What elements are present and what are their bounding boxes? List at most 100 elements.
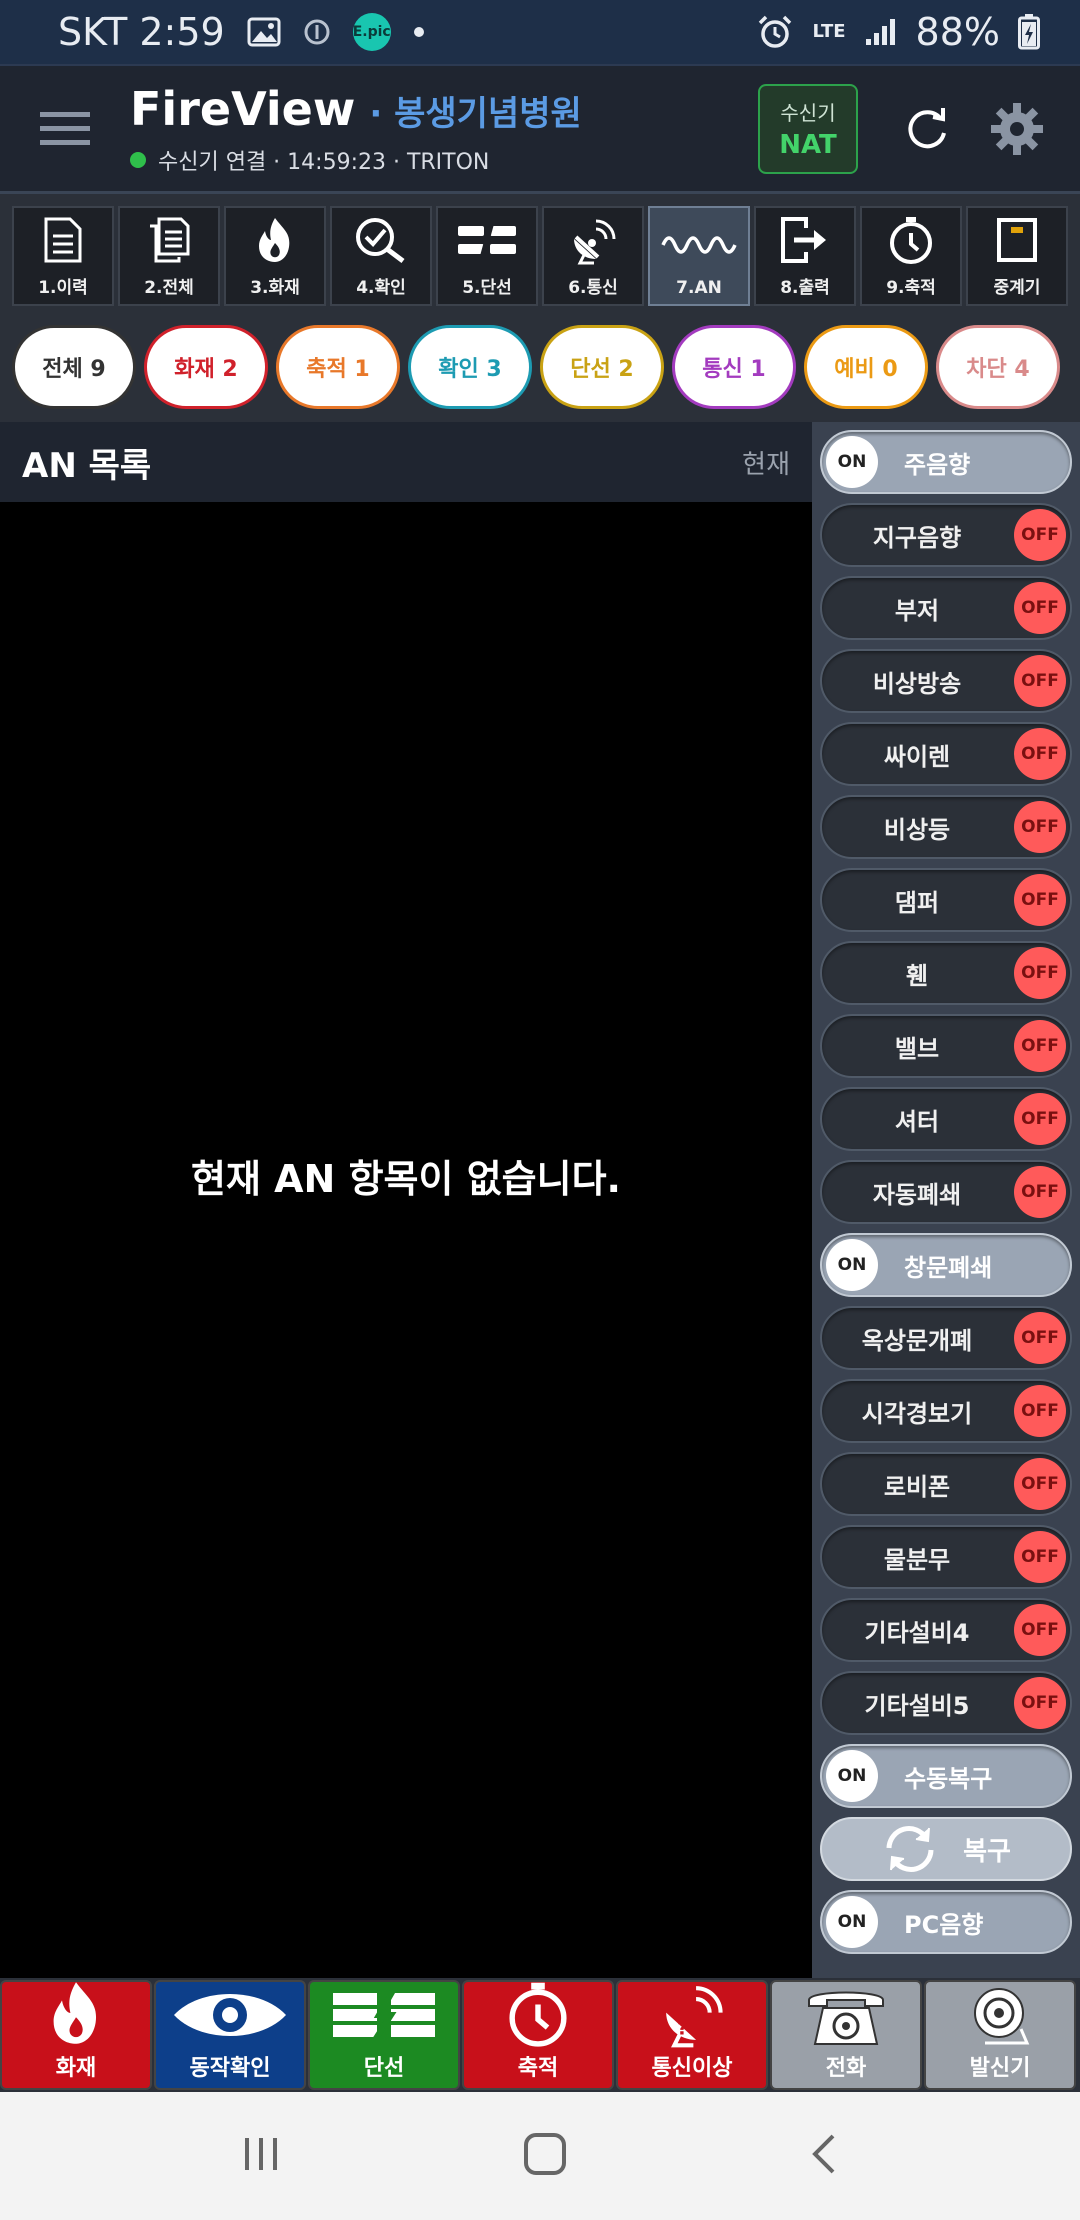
bottom-button-label: 발신기 [969, 2056, 1031, 2081]
transmitter-button[interactable]: 발신기 [924, 1980, 1076, 2090]
list-title: AN 목록 [22, 445, 152, 486]
home-button[interactable] [522, 2131, 568, 2181]
hospital-name: · 봉생기념병원 [369, 93, 582, 134]
tab-fire[interactable]: 3.화재 [224, 206, 326, 306]
connection-status-dot [130, 151, 146, 168]
receiver-label: 수신기 [780, 101, 836, 125]
chip-spare[interactable]: 예비 0 [804, 325, 928, 409]
settings-button[interactable] [972, 84, 1062, 174]
switch-row[interactable]: OFF 옥상문개폐 [820, 1306, 1072, 1370]
battery-percent: 88% [915, 10, 1000, 54]
switch-row[interactable]: ON 수동복구 [820, 1744, 1072, 1808]
title-block: FireView · 봉생기념병원 수신기 연결 · 14:59:23 · TR… [130, 82, 758, 176]
tab-history[interactable]: 1.이력 [12, 206, 114, 306]
communication-error-button[interactable]: ? 통신이상 [616, 1980, 768, 2090]
switch-knob: ON [826, 1239, 878, 1291]
tab-output[interactable]: 8.출력 [754, 206, 856, 306]
switch-row[interactable]: ON 창문폐쇄 [820, 1233, 1072, 1297]
disconnect-button[interactable]: 단선 [308, 1980, 460, 2090]
tab-label: 3.화재 [250, 278, 300, 298]
back-button[interactable] [809, 2132, 839, 2180]
chip-accumulate[interactable]: 축적 1 [276, 325, 400, 409]
accumulate-button[interactable]: 축적 [462, 1980, 614, 2090]
switch-name: 비상등 [883, 815, 951, 844]
tab-an[interactable]: 7.AN [648, 206, 750, 306]
refresh-icon [908, 107, 946, 148]
switch-row[interactable]: OFF 밸브 [820, 1014, 1072, 1078]
switch-pc-sound[interactable]: ON PC음향 [820, 1890, 1072, 1954]
switch-knob: OFF [1014, 947, 1066, 999]
switch-row[interactable]: OFF 자동폐쇄 [820, 1160, 1072, 1224]
switch-row[interactable]: OFF 물분무 [820, 1525, 1072, 1589]
switch-name: 댐퍼 [894, 888, 940, 917]
tab-label: 9.축적 [886, 278, 936, 298]
switch-name: 자동폐쇄 [872, 1180, 962, 1209]
tab-communication[interactable]: 6.통신 [542, 206, 644, 306]
check-magnifier-icon [356, 218, 405, 263]
switch-row[interactable]: OFF 부저 [820, 576, 1072, 640]
tab-confirm[interactable]: 4.확인 [330, 206, 432, 306]
switch-knob: ON [826, 436, 878, 488]
list-header: AN 목록 현재 [0, 422, 812, 502]
satellite-error-icon: ? [666, 1986, 723, 2048]
chip-disconnect[interactable]: 단선 2 [540, 325, 664, 409]
switch-knob: OFF [1014, 801, 1066, 853]
switch-row[interactable]: OFF 비상방송 [820, 649, 1072, 713]
tab-label: 2.전체 [144, 278, 194, 298]
switch-row[interactable]: OFF 휀 [820, 941, 1072, 1005]
tab-relay[interactable]: 중계기 [966, 206, 1068, 306]
switch-row[interactable]: OFF 댐퍼 [820, 868, 1072, 932]
broken-line-icon [458, 222, 516, 258]
system-navigation-bar [0, 2092, 1080, 2220]
restore-button[interactable]: 복구 [820, 1817, 1072, 1881]
switch-name: 휀 [905, 961, 929, 990]
switch-knob: OFF [1014, 728, 1066, 780]
epic-app-icon: E.pic [352, 13, 391, 51]
gallery-icon [247, 17, 281, 47]
chip-all[interactable]: 전체 9 [12, 325, 136, 409]
document-icon [44, 217, 82, 263]
switch-row[interactable]: OFF 기타설비5 [820, 1671, 1072, 1735]
phone-button[interactable]: 전화 [770, 1980, 922, 2090]
switch-name: 수동복구 [904, 1764, 993, 1793]
switch-row[interactable]: OFF 로비폰 [820, 1452, 1072, 1516]
receiver-status-badge[interactable]: 수신기 NAT [758, 83, 858, 174]
battery-charging-icon [1018, 14, 1040, 50]
documents-icon [150, 217, 190, 263]
fire-button[interactable]: 화재 [0, 1980, 152, 2090]
bottom-button-label: 축적 [517, 2056, 559, 2081]
tab-label: 7.AN [676, 278, 722, 298]
hamburger-menu-button[interactable] [0, 64, 130, 194]
recent-apps-button[interactable] [241, 2134, 281, 2178]
switch-name: 밸브 [894, 1034, 940, 1063]
switch-row[interactable]: OFF 싸이렌 [820, 722, 1072, 786]
tab-all[interactable]: 2.전체 [118, 206, 220, 306]
chip-communication[interactable]: 통신 1 [672, 325, 796, 409]
switch-knob: OFF [1014, 1312, 1066, 1364]
tab-disconnect[interactable]: 5.단선 [436, 206, 538, 306]
tab-accumulate[interactable]: 9.축적 [860, 206, 962, 306]
switch-row[interactable]: OFF 셔터 [820, 1087, 1072, 1151]
bottom-button-label: 통신이상 [651, 2056, 733, 2081]
timer-icon [890, 217, 932, 264]
network-type: LTE [812, 21, 846, 42]
tab-label: 중계기 [993, 278, 1041, 298]
refresh-button[interactable] [882, 84, 972, 174]
switch-row[interactable]: OFF 비상등 [820, 795, 1072, 859]
tab-label: 6.통신 [568, 278, 618, 298]
switch-row[interactable]: OFF 시각경보기 [820, 1379, 1072, 1443]
chip-confirm[interactable]: 확인 3 [408, 325, 532, 409]
switch-row[interactable]: OFF 지구음향 [820, 503, 1072, 567]
operation-check-button[interactable]: 동작확인 [154, 1980, 306, 2090]
bottom-action-bar: 화재 동작확인 단선 축적 ? 통신이상 전화 발신기 [0, 1978, 1080, 2092]
chip-fire[interactable]: 화재 2 [144, 325, 268, 409]
switch-name: 창문폐쇄 [904, 1253, 993, 1282]
an-list: 현재 AN 항목이 없습니다. [0, 502, 812, 1978]
switch-row[interactable]: OFF 기타설비4 [820, 1598, 1072, 1662]
bottom-button-label: 전화 [825, 2056, 867, 2081]
recent-apps-icon [244, 2138, 277, 2170]
switch-name: PC음향 [904, 1910, 984, 1939]
switch-row[interactable]: ON 주음향 [820, 430, 1072, 494]
chip-block[interactable]: 차단 4 [936, 325, 1060, 409]
fire-icon [259, 218, 290, 262]
